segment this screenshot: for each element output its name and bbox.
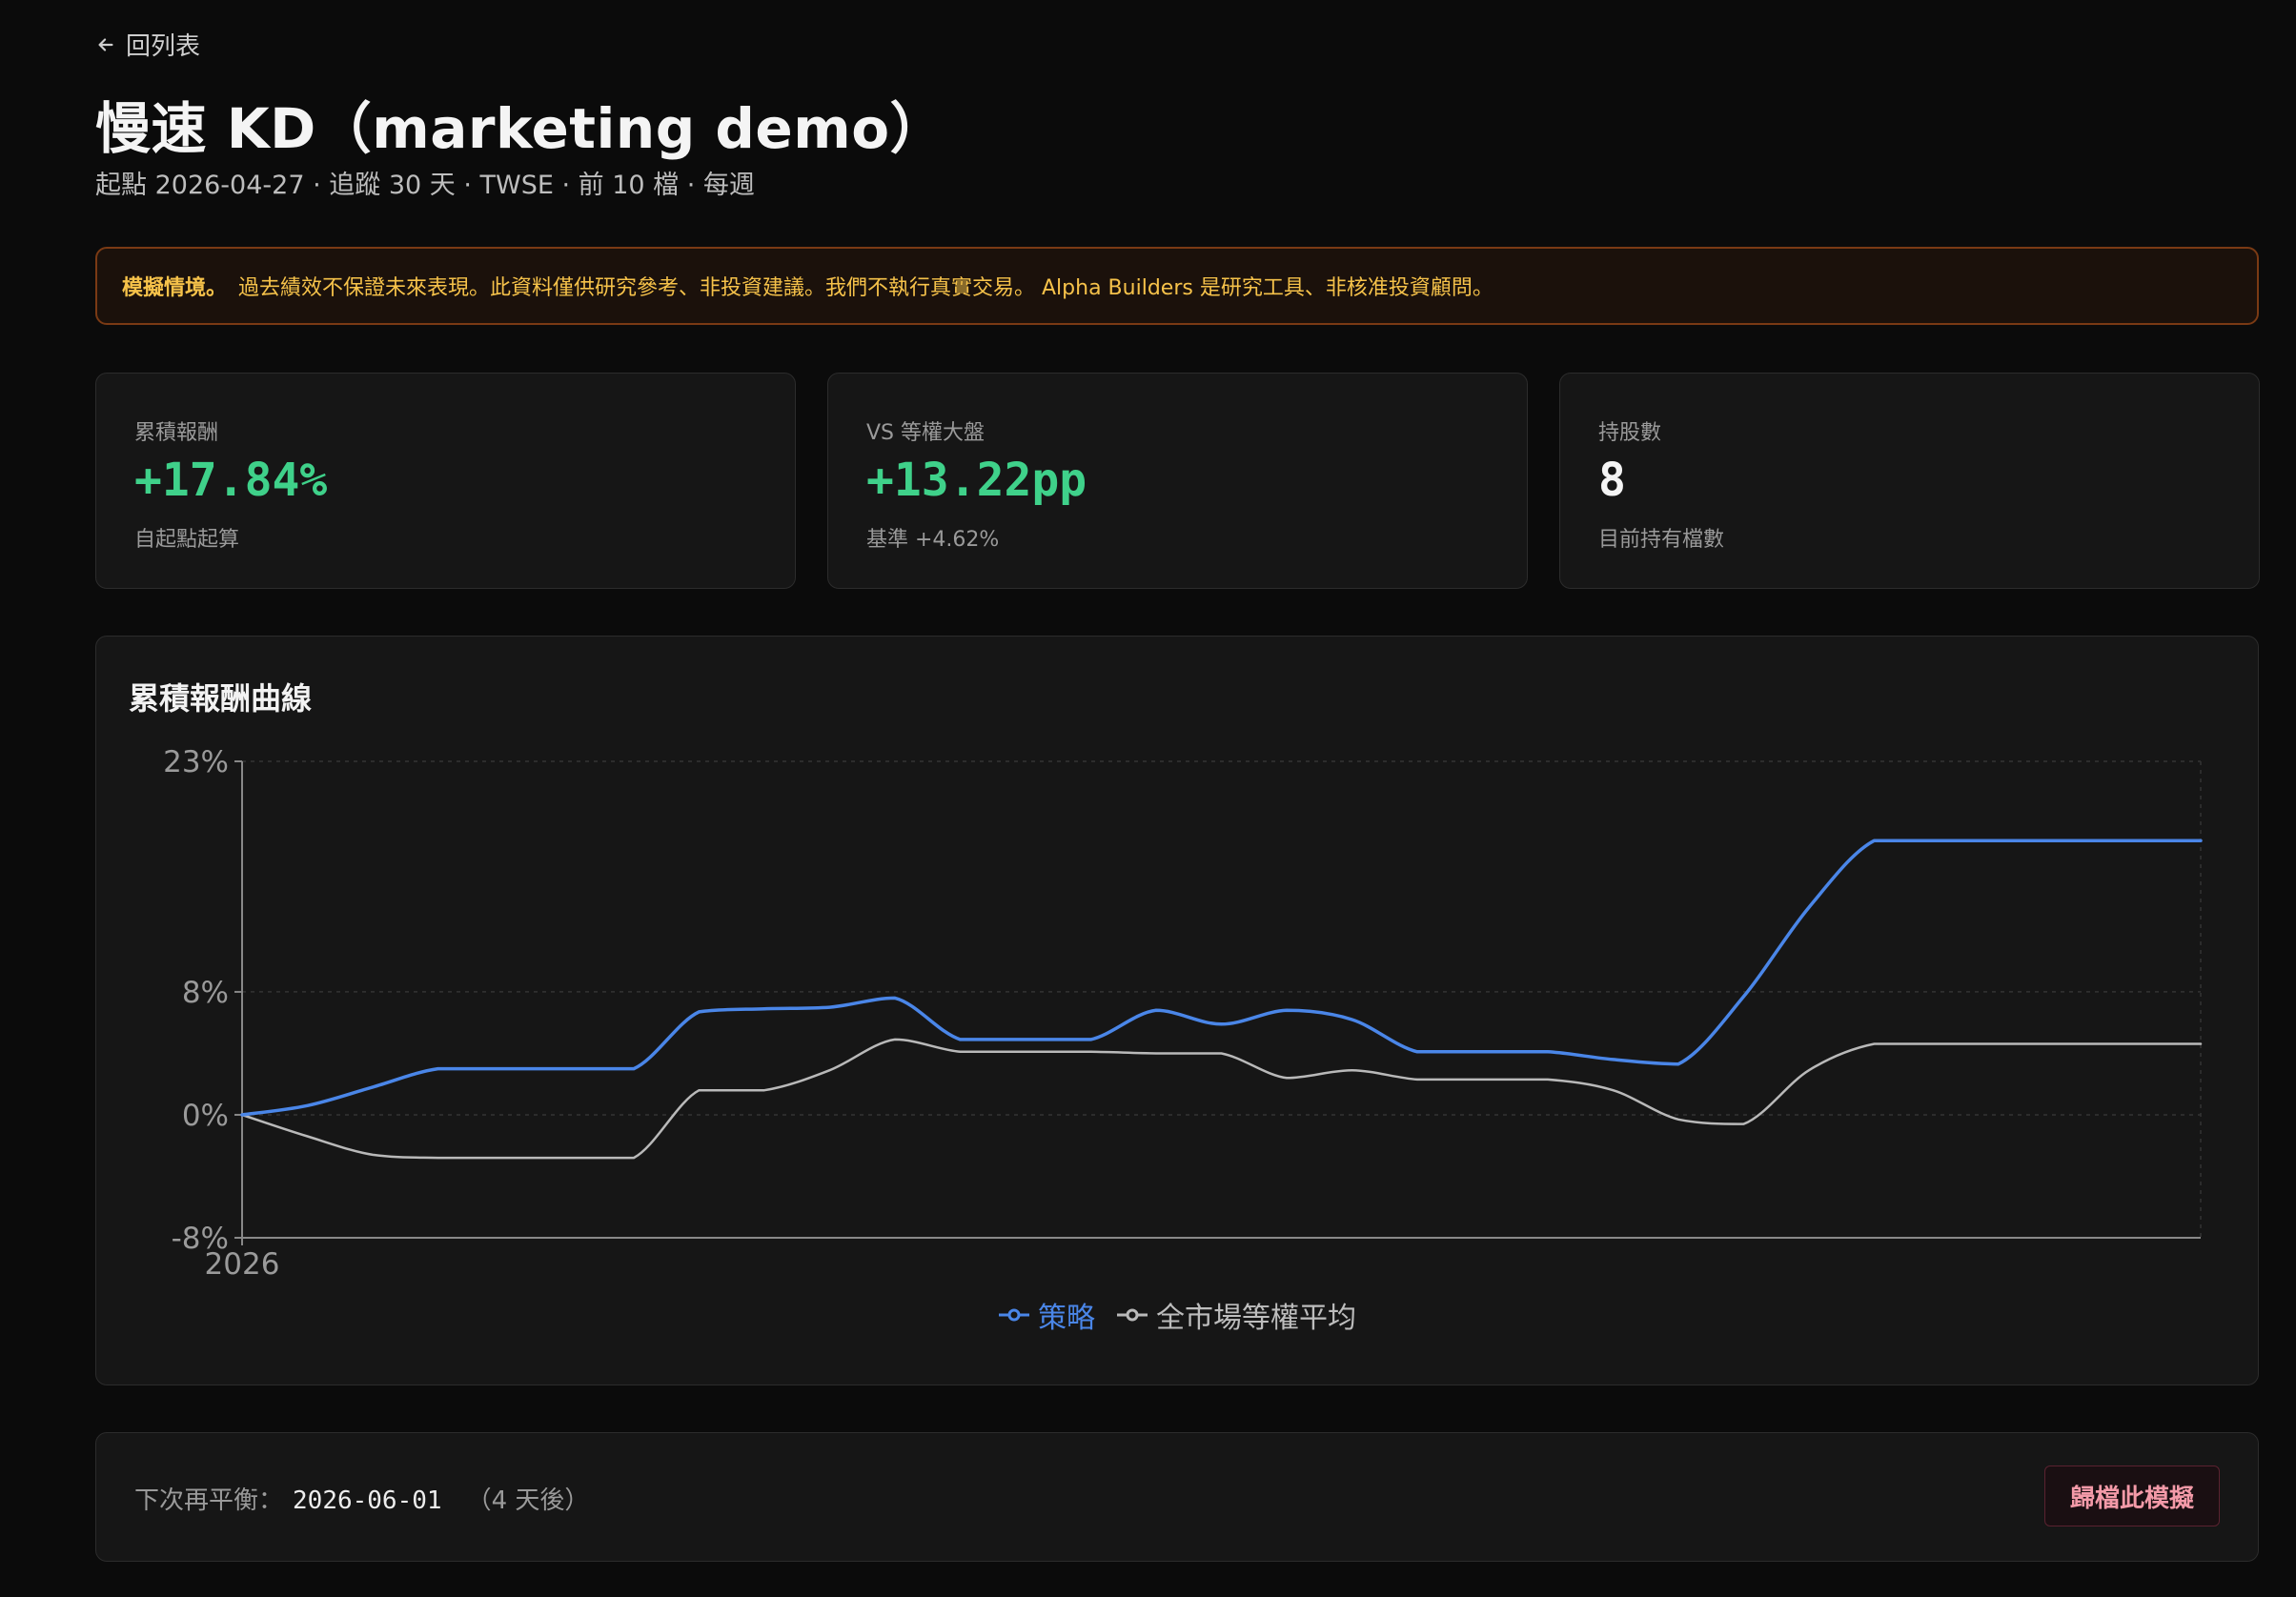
disclaimer-banner: 模擬情境。 過去績效不保證未來表現。此資料僅供研究參考、非投資建議。我們不執行真… — [95, 247, 2259, 325]
back-link[interactable]: 回列表 — [95, 27, 200, 62]
archive-button[interactable]: 歸檔此模擬 — [2044, 1466, 2220, 1526]
page: 回列表 慢速 KD（marketing demo） 起點 2026-04-27 … — [0, 0, 2296, 1597]
y-tick-label: 8% — [182, 976, 229, 1010]
y-tick-label: 0% — [182, 1099, 229, 1133]
next-rebalance-days: （4 天後） — [466, 1486, 590, 1515]
next-rebalance-label: 下次再平衡： — [134, 1486, 284, 1515]
stat-label: 持股數 — [1598, 421, 1662, 445]
rebalance-footer: 下次再平衡： 2026-06-01 （4 天後） 歸檔此模擬 — [95, 1432, 2259, 1562]
y-tick-label: 23% — [163, 745, 229, 779]
stat-label: VS 等權大盤 — [866, 421, 985, 445]
stat-value: 8 — [1598, 454, 1626, 507]
stat-sub: 目前持有檔數 — [1598, 528, 1725, 552]
stat-card-holdings: 持股數 8 目前持有檔數 — [1559, 373, 2260, 589]
series-line-strategy — [240, 839, 2203, 1117]
legend-item-strategy[interactable]: 策略 — [998, 1294, 1095, 1336]
next-rebalance-date: 2026-06-01 — [293, 1486, 442, 1515]
page-subtitle: 起點 2026-04-27 · 追蹤 30 天 · TWSE · 前 10 檔 … — [95, 171, 755, 200]
legend-label: 全市場等權平均 — [1156, 1302, 1356, 1335]
legend-line-icon — [999, 1308, 1029, 1322]
legend-item-market[interactable]: 全市場等權平均 — [1116, 1294, 1356, 1336]
disclaimer-text: 過去績效不保證未來表現。此資料僅供研究參考、非投資建議。我們不執行真實交易。 A… — [238, 276, 1493, 300]
arrow-left-icon — [98, 37, 113, 51]
stat-value: +17.84% — [134, 454, 328, 507]
disclaimer-lead: 模擬情境。 — [122, 276, 228, 300]
series-line-market — [240, 1038, 2203, 1160]
stat-card-vs-benchmark: VS 等權大盤 +13.22pp 基準 +4.62% — [827, 373, 1528, 589]
page-title: 慢速 KD（marketing demo） — [95, 96, 946, 161]
stat-sub: 基準 +4.62% — [866, 528, 1000, 552]
cumulative-return-chart: 23%8%0%-8%2026 — [163, 745, 2203, 1282]
back-link-label: 回列表 — [126, 32, 201, 61]
stat-card-cumulative-return: 累積報酬 +17.84% 自起點起算 — [95, 373, 796, 589]
legend-label: 策略 — [1038, 1302, 1095, 1335]
stat-sub: 自起點起算 — [134, 528, 240, 552]
next-rebalance: 下次再平衡： 2026-06-01 （4 天後） — [134, 1481, 589, 1516]
x-tick-label: 2026 — [205, 1247, 280, 1282]
stat-value: +13.22pp — [866, 454, 1087, 507]
stat-label: 累積報酬 — [134, 421, 219, 445]
chart-panel: 累積報酬曲線 23% 8% 0% -8% 2026 策略 全市場等權平均 — [95, 636, 2259, 1385]
chart-legend: 策略 全市場等權平均 — [96, 1294, 2258, 1336]
legend-line-icon — [1117, 1308, 1148, 1322]
